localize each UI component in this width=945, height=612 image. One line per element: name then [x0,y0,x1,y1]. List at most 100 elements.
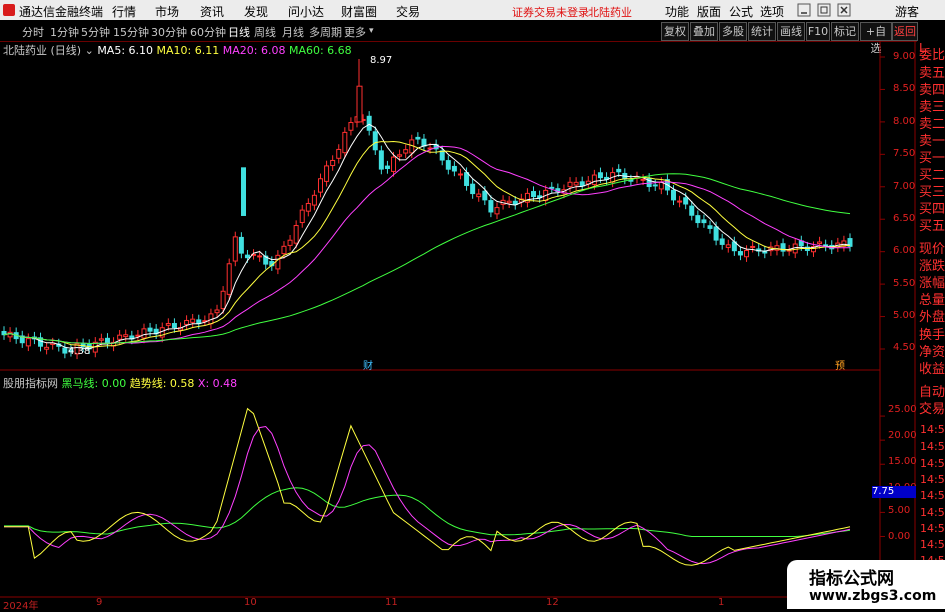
candle-body [445,160,451,170]
candle-body [707,225,713,229]
candle-body [677,200,683,203]
candle-body [391,156,397,172]
candle-body [104,337,110,344]
watermark-url: www.zbgs3.com [809,588,937,604]
high-price-label: 8.97 [370,55,393,66]
price-y-tick: 4.50 [893,342,916,353]
price-y-tick: 7.50 [893,148,916,159]
candle-body [317,178,323,193]
indicator-y-tick: 20.00 [888,430,917,441]
candle-body [348,122,354,131]
candle-body [356,85,363,123]
candle-body [744,249,750,258]
trend-line-label: 趋势线: 0.58 [129,377,195,390]
x-line-label: X: 0.48 [197,377,238,390]
candle-body [476,193,482,198]
watermark: 指标公式网 www.zbgs3.com [787,560,945,609]
candle-body [241,167,246,216]
candle-body [336,148,342,159]
price-y-tick: 6.50 [893,213,916,224]
price-y-tick: 8.00 [893,116,916,127]
ma5-line [3,123,851,350]
candle-body [98,338,104,341]
candle-body [275,254,281,270]
candle-body [287,239,293,246]
candle-body [378,150,384,170]
candle-body [415,136,421,140]
price-y-tick: 9.00 [893,51,916,62]
candle-body [482,190,488,201]
candle-body [531,191,537,198]
candle-body [439,150,445,161]
financial-report-marker[interactable]: 财 [363,357,373,372]
candle-body [330,159,336,167]
candle-body [135,334,141,337]
candle-body [616,168,622,173]
candle-body [293,225,299,244]
candle-body [579,181,585,187]
indicator-y-tick: 5.00 [888,505,911,516]
candle-body [372,131,378,151]
candle-body [324,165,330,182]
x-axis-label: 9 [96,597,103,608]
candle-body [232,236,238,262]
x-axis-label: 11 [385,597,398,608]
price-y-tick: 8.50 [893,83,916,94]
indicator-y-tick: 25.00 [888,404,917,415]
x-line [4,425,851,565]
ma60-line [3,173,851,345]
candle-body [597,172,603,179]
candle-body [737,251,743,256]
candle-body [238,236,244,254]
candle-body [817,241,823,245]
candle-body [652,184,658,187]
x-axis-label: 10 [244,597,257,608]
candle-body [244,254,250,259]
candle-body [190,318,196,323]
candle-body [506,200,512,204]
candle-body [640,178,646,181]
trend-line [4,407,851,566]
price-y-tick: 7.00 [893,181,916,192]
crosshair-value-badge: 7.75 [872,486,916,498]
candle-body [147,327,153,332]
ma20-line [3,145,850,345]
price-kline-chart[interactable] [0,0,945,609]
candle-body [299,209,305,224]
candle-body [305,202,311,212]
candle-body [494,207,500,215]
candle-body [165,323,171,326]
candle-body [123,334,129,338]
candle-body [725,244,731,248]
indicator-y-tick: 0.00 [888,531,911,542]
candle-body [451,165,457,172]
candle-body [384,165,390,170]
candle-body [226,263,232,295]
candle-body [421,138,427,147]
candle-body [141,328,147,339]
candle-body [549,186,555,189]
candle-body [670,189,676,201]
candle-body [695,215,701,224]
candle-body [683,197,689,205]
candle-body [117,334,123,340]
forecast-marker[interactable]: 预 [835,357,845,372]
candle-body [184,319,190,325]
candle-body [171,323,177,329]
watermark-title: 指标公式网 [809,569,894,589]
candle-body [713,226,719,241]
x-axis-label: 2024年 [3,601,39,612]
candle-body [464,172,470,186]
candle-body [403,149,409,154]
low-price-label: 4.38 [68,346,91,357]
candle-body [591,174,597,185]
indicator-header: 股朋指标网 黑马线: 0.00 趋势线: 0.58 X: 0.48 [3,375,237,391]
candle-body [719,238,725,245]
candle-body [257,255,263,258]
candle-body [397,154,403,157]
candle-body [750,245,756,248]
x-axis-label: 12 [546,597,559,608]
candle-body [281,245,287,255]
x-axis-label: 1 [718,597,725,608]
candle-body [567,181,573,188]
